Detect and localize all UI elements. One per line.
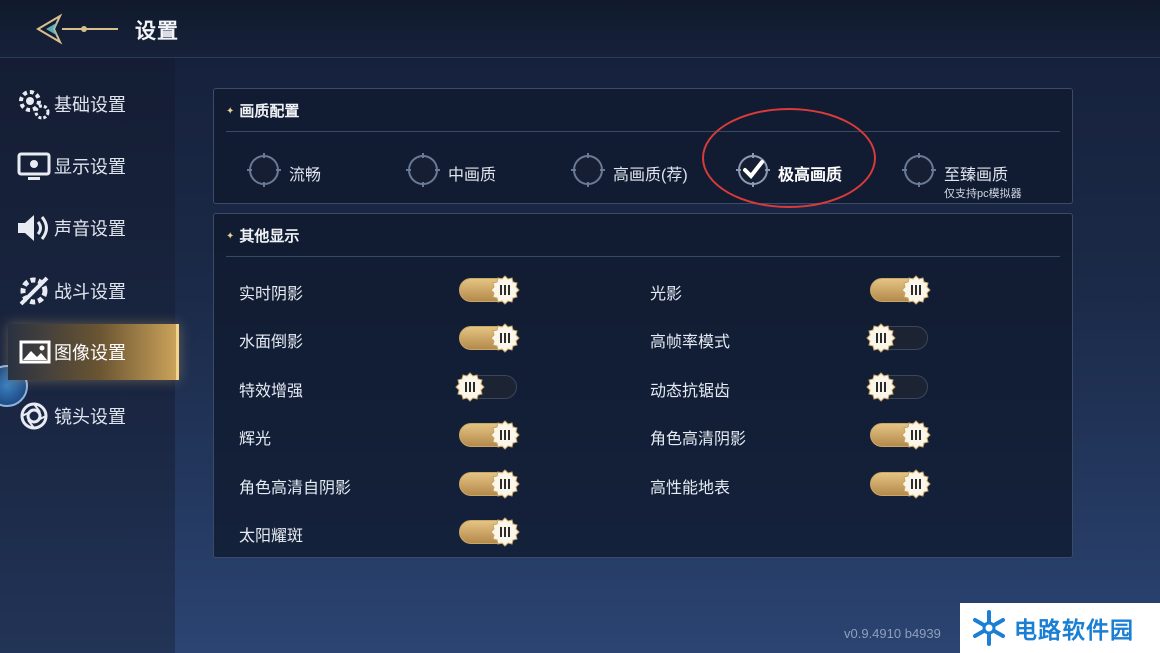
toggle-switch[interactable] (866, 323, 932, 354)
watermark: 电路软件园 (960, 603, 1160, 653)
toggle-label: 特效增强 (239, 382, 304, 400)
sidebar-item-label: 战斗设置 (54, 282, 126, 302)
toggle-knob-icon (901, 275, 931, 305)
toggle-switch[interactable] (455, 468, 521, 499)
toggle-switch[interactable] (866, 420, 932, 450)
watermark-text: 电路软件园 (1014, 617, 1134, 643)
radio-ring-icon (571, 153, 605, 187)
toggle-label: 角色高清自阴影 (239, 479, 352, 497)
other-title-label: 其他显示 (239, 228, 300, 245)
toggle-switch[interactable] (455, 323, 521, 354)
quality-option-note: 仅支持pc模拟器 (944, 188, 1022, 200)
toggle-knob-icon (866, 372, 896, 402)
panel-title: ✦ 画质配置 (226, 103, 300, 120)
quality-option-label: 流畅 (289, 167, 322, 184)
radio-ring-icon (247, 153, 281, 187)
panel-title: ✦ 其他显示 (226, 228, 300, 245)
toggle-knob-icon (490, 468, 520, 499)
sidebar-item-battle[interactable]: 战斗设置 (0, 263, 175, 319)
sidebar-item-label: 显示设置 (54, 157, 126, 177)
toggle-label: 水面倒影 (239, 334, 304, 352)
sidebar: 基础设置 显示设置 声音设置 战斗设置 图像设置 镜头设置 (0, 58, 179, 653)
toggle-label: 动态抗锯齿 (650, 382, 731, 400)
sidebar-item-label: 图像设置 (54, 343, 126, 363)
toggle-row: 动态抗锯齿 (650, 370, 950, 404)
sidebar-item-label: 基础设置 (54, 95, 126, 115)
toggle-label: 辉光 (239, 431, 272, 449)
sidebar-item-camera[interactable]: 镜头设置 (0, 388, 175, 444)
toggle-row: 角色高清自阴影 (239, 467, 539, 501)
sidebar-item-label: 声音设置 (54, 219, 126, 239)
page-title: 设置 (135, 20, 179, 43)
battle-icon (16, 273, 52, 309)
sidebar-item-display[interactable]: 显示设置 (0, 138, 175, 194)
toggle-switch[interactable] (455, 517, 521, 547)
radio-ring-icon (902, 153, 936, 187)
toggle-row: 高帧率模式 (650, 321, 950, 355)
image-icon (18, 334, 54, 370)
speaker-icon (16, 210, 52, 246)
quality-title-label: 画质配置 (239, 103, 300, 120)
toggle-knob-icon (901, 468, 931, 499)
snowflake-logo-icon (970, 609, 1008, 647)
annotation-highlight-circle (702, 108, 876, 208)
toggle-switch[interactable] (866, 372, 932, 402)
toggle-label: 实时阴影 (239, 286, 304, 303)
divider (226, 256, 1060, 257)
other-display-panel: ✦ 其他显示 实时阴影 光影水面倒影 高帧率模式特效增强 动态抗锯齿辉光 角色高清阴影角色… (213, 213, 1073, 558)
gears-icon (16, 86, 52, 122)
camera-lens-icon (16, 398, 52, 434)
toggle-switch[interactable] (455, 372, 521, 402)
toggle-label: 光影 (650, 286, 683, 303)
top-bar: 设置 (0, 0, 1160, 58)
quality-option-label: 高画质(荐) (613, 167, 688, 184)
sidebar-item-sound[interactable]: 声音设置 (0, 200, 175, 256)
toggle-row: 光影 (650, 273, 950, 307)
toggle-label: 角色高清阴影 (650, 431, 747, 449)
sidebar-item-image[interactable]: 图像设置 (8, 324, 179, 380)
toggle-row: 角色高清阴影 (650, 418, 950, 452)
radio-ring-icon (406, 153, 440, 187)
toggle-label: 高性能地表 (650, 479, 731, 497)
toggle-knob-icon (455, 372, 485, 402)
toggle-label: 太阳耀斑 (239, 528, 304, 545)
toggle-row: 太阳耀斑 (239, 515, 539, 549)
back-arrow-icon[interactable] (34, 12, 122, 46)
toggle-knob-icon (490, 275, 520, 305)
monitor-icon (16, 148, 52, 184)
sidebar-item-basic[interactable]: 基础设置 (0, 76, 175, 132)
divider (226, 131, 1060, 132)
toggle-label: 高帧率模式 (650, 334, 731, 352)
version-label: v0.9.4910 b4939 (844, 626, 941, 641)
toggle-knob-icon (490, 517, 520, 547)
sidebar-item-label: 镜头设置 (54, 407, 126, 427)
toggle-row: 高性能地表 (650, 467, 950, 501)
quality-option-label: 至臻画质 (944, 167, 1009, 184)
toggle-row: 水面倒影 (239, 321, 539, 355)
toggle-row: 辉光 (239, 418, 539, 452)
toggle-knob-icon (490, 323, 520, 354)
toggle-switch[interactable] (866, 468, 932, 499)
quality-panel: ✦ 画质配置 流畅 中画质 高画质(荐) 极高画质 至臻画质 仅支持pc模拟器 (213, 88, 1073, 208)
toggle-row: 特效增强 (239, 370, 539, 404)
toggle-switch[interactable] (455, 275, 521, 305)
toggle-switch[interactable] (455, 420, 521, 450)
toggle-knob-icon (490, 420, 520, 450)
toggle-row: 实时阴影 (239, 273, 539, 307)
toggle-knob-icon (901, 420, 931, 450)
toggle-knob-icon (866, 323, 896, 354)
toggle-switch[interactable] (866, 275, 932, 305)
quality-option-label: 中画质 (448, 167, 497, 184)
